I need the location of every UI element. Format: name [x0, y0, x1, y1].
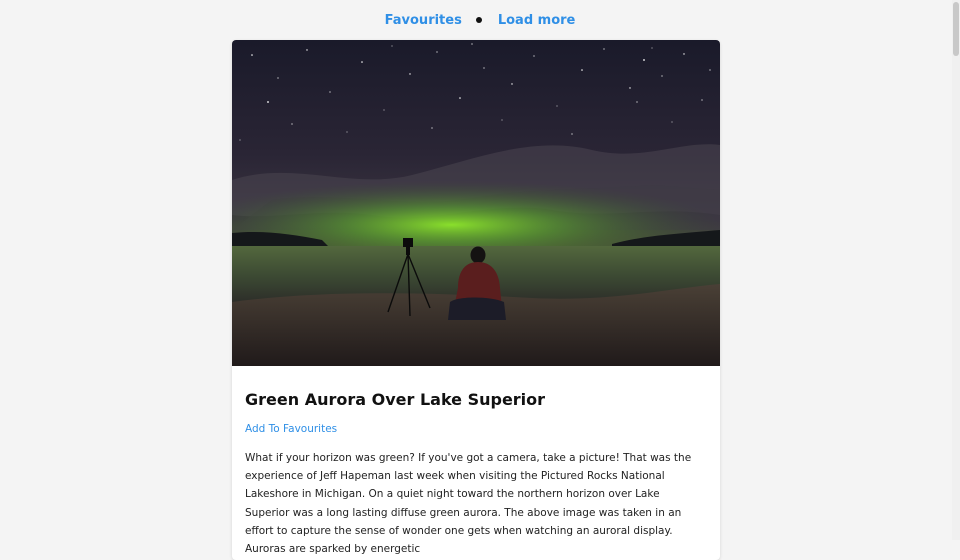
- favourites-link[interactable]: Favourites: [385, 13, 462, 28]
- scrollbar-thumb[interactable]: [953, 2, 959, 56]
- apod-card: Green Aurora Over Lake Superior Add To F…: [232, 40, 720, 560]
- card-body: Green Aurora Over Lake Superior Add To F…: [232, 366, 720, 558]
- separator-dot: [475, 17, 482, 23]
- card-description: What if your horizon was green? If you'v…: [245, 452, 692, 556]
- load-more-link[interactable]: Load more: [498, 13, 576, 28]
- top-nav: Favourites Load more: [0, 0, 960, 40]
- page-scrollbar[interactable]: [952, 0, 960, 540]
- add-to-favourites-link[interactable]: Add To Favourites: [245, 423, 337, 435]
- card-title: Green Aurora Over Lake Superior: [245, 390, 546, 409]
- aurora-photo: [232, 40, 720, 366]
